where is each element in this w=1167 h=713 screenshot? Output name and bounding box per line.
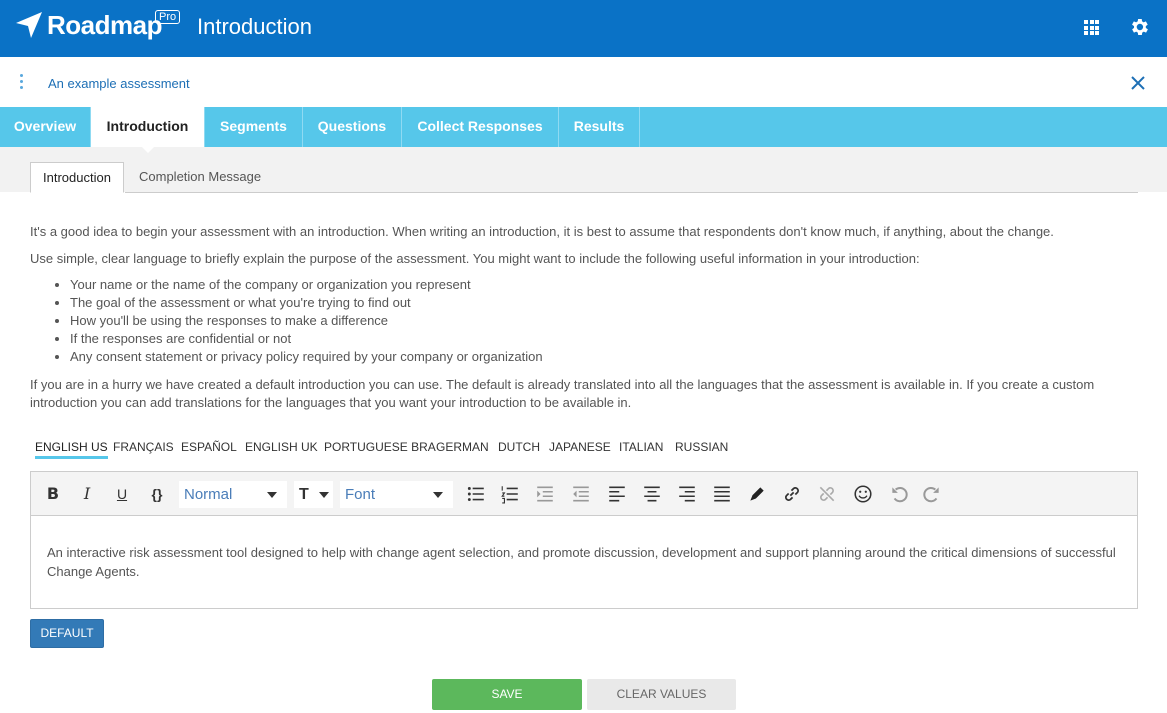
sub-tabs: Introduction Completion Message	[0, 147, 1167, 193]
align-justify-icon[interactable]	[712, 484, 732, 504]
lang-tab-russian[interactable]: RUSSIAN	[675, 440, 728, 454]
vertical-dots-menu-icon[interactable]	[19, 74, 25, 92]
lang-tab-dutch[interactable]: DUTCH	[498, 440, 540, 454]
editor-toolbar: B I U {} Normal T Font	[31, 472, 1137, 516]
emoji-icon[interactable]	[853, 484, 873, 504]
list-item: If the responses are confidential or not	[70, 330, 543, 348]
editor-content[interactable]: An interactive risk assessment tool desi…	[47, 543, 1127, 581]
align-center-icon[interactable]	[642, 484, 662, 504]
lang-tab-italian[interactable]: ITALIAN	[619, 440, 663, 454]
italic-icon[interactable]: I	[77, 484, 97, 504]
text-size-icon: T	[299, 486, 309, 503]
assessment-bar: An example assessment	[0, 57, 1167, 107]
font-select-value: Font	[345, 486, 376, 503]
rich-text-editor: B I U {} Normal T Font An interactive ri…	[30, 471, 1138, 609]
default-button[interactable]: DEFAULT	[30, 619, 104, 648]
outdent-icon[interactable]	[571, 484, 591, 504]
unlink-icon[interactable]	[817, 484, 837, 504]
lang-tab-japanese[interactable]: JAPANESE	[549, 440, 611, 454]
intro-paragraph-2: Use simple, clear language to briefly ex…	[30, 251, 920, 266]
logo-arrow-icon	[16, 12, 42, 38]
subtab-introduction[interactable]: Introduction	[30, 162, 124, 193]
chevron-down-icon	[267, 492, 277, 498]
list-item: Any consent statement or privacy policy …	[70, 348, 543, 366]
tab-collect-responses[interactable]: Collect Responses	[402, 107, 559, 147]
tab-segments[interactable]: Segments	[205, 107, 303, 147]
list-item: Your name or the name of the company or …	[70, 276, 543, 294]
bulleted-list-icon[interactable]	[466, 484, 486, 504]
lang-tab-francais[interactable]: FRANÇAIS	[113, 440, 174, 454]
close-icon[interactable]	[1129, 74, 1147, 92]
link-icon[interactable]	[782, 484, 802, 504]
page-title: Introduction	[197, 14, 312, 39]
undo-icon[interactable]	[889, 484, 909, 504]
font-select[interactable]: Font	[340, 481, 453, 508]
chevron-down-icon	[433, 492, 443, 498]
tab-introduction[interactable]: Introduction	[91, 107, 205, 147]
assessment-name[interactable]: An example assessment	[48, 76, 190, 91]
top-header: Roadmap Pro Introduction	[0, 0, 1167, 57]
intro-paragraph-3: If you are in a hurry we have created a …	[30, 377, 1095, 410]
content-area: Introduction Completion Message It's a g…	[0, 147, 1167, 713]
align-right-icon[interactable]	[677, 484, 697, 504]
lang-tab-german[interactable]: GERMAN	[436, 440, 489, 454]
pro-badge: Pro	[155, 10, 181, 24]
apps-grid-icon[interactable]	[1084, 20, 1099, 35]
font-size-select[interactable]: T	[294, 481, 333, 508]
main-tabs: Overview Introduction Segments Questions…	[0, 107, 1167, 147]
redo-icon[interactable]	[922, 484, 942, 504]
heading-select[interactable]: Normal	[179, 481, 287, 508]
align-left-icon[interactable]	[607, 484, 627, 504]
list-item: The goal of the assessment or what you'r…	[70, 294, 543, 312]
subtab-completion-message[interactable]: Completion Message	[127, 162, 273, 193]
tab-overview[interactable]: Overview	[0, 107, 91, 147]
save-button[interactable]: SAVE	[432, 679, 582, 710]
tab-questions[interactable]: Questions	[303, 107, 402, 147]
indent-icon[interactable]	[535, 484, 555, 504]
chevron-down-icon	[319, 492, 329, 498]
underline-icon[interactable]: U	[112, 484, 132, 504]
logo-text[interactable]: Roadmap	[47, 10, 162, 41]
heading-select-value: Normal	[184, 486, 233, 503]
active-tab-pointer	[141, 146, 155, 153]
intro-bullet-list: Your name or the name of the company or …	[70, 276, 543, 366]
tab-results[interactable]: Results	[559, 107, 640, 147]
numbered-list-icon[interactable]	[500, 484, 520, 504]
lang-tab-portuguese-bra[interactable]: PORTUGUESE BRA	[324, 440, 436, 454]
list-item: How you'll be using the responses to mak…	[70, 312, 543, 330]
clear-values-button[interactable]: CLEAR VALUES	[587, 679, 736, 710]
text-color-pen-icon[interactable]	[747, 484, 767, 504]
lang-tab-espanol[interactable]: ESPAÑOL	[181, 440, 237, 454]
lang-tab-english-uk[interactable]: ENGLISH UK	[245, 440, 318, 454]
intro-paragraph-1: It's a good idea to begin your assessmen…	[30, 224, 1054, 239]
gear-icon[interactable]	[1128, 16, 1150, 38]
subtab-divider	[125, 192, 1138, 193]
bold-icon[interactable]: B	[43, 484, 63, 504]
lang-tab-english-us[interactable]: ENGLISH US	[35, 440, 108, 459]
code-braces-icon[interactable]: {}	[147, 484, 167, 504]
